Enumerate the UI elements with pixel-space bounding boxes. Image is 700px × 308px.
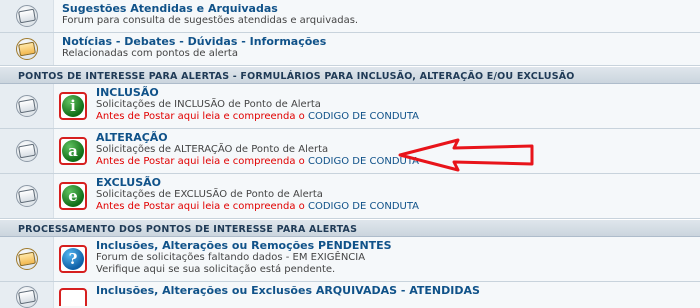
forum-info: Sugestões Atendidas e Arquivadas Forum p…: [54, 0, 700, 32]
forum-info: EXCLUSÃO Solicitações de EXCLUSÃO de Pon…: [92, 174, 700, 218]
alter-icon: a: [59, 137, 87, 165]
forum-unread-icon: [15, 38, 38, 60]
forum-image-cell: [54, 282, 92, 308]
forum-title-link[interactable]: EXCLUSÃO: [96, 177, 696, 189]
question-icon: ?: [59, 245, 87, 273]
forum-row-arquivadas[interactable]: Inclusões, Alterações ou Exclusões ARQUI…: [0, 282, 700, 308]
forum-info: Inclusões, Alterações ou Remoções PENDEN…: [92, 237, 700, 281]
forum-status-cell: [0, 282, 54, 308]
forum-status-cell: [0, 84, 54, 128]
forum-status-cell: [0, 129, 54, 173]
category-header-alertas[interactable]: PONTOS DE INTERESSE PARA ALERTAS - FORMU…: [0, 66, 700, 84]
rules-warning-text: Antes de Postar aqui leia e compreenda o: [96, 111, 305, 122]
forum-description: Relacionadas com pontos de alerta: [62, 48, 238, 59]
category-header-processamento[interactable]: PROCESSAMENTO DOS PONTOS DE INTERESSE PA…: [0, 219, 700, 237]
rules-notice: Antes de Postar aqui leia e compreenda o…: [96, 156, 696, 168]
forum-status-cell: [0, 174, 54, 218]
forum-row-sugestoes[interactable]: Sugestões Atendidas e Arquivadas Forum p…: [0, 0, 700, 33]
forum-board: Sugestões Atendidas e Arquivadas Forum p…: [0, 0, 700, 308]
forum-row-pendentes[interactable]: ? Inclusões, Alterações ou Remoções PEND…: [0, 237, 700, 282]
forum-row-alteracao[interactable]: a ALTERAÇÃO Solicitações de ALTERAÇÃO de…: [0, 129, 700, 174]
rules-notice: Antes de Postar aqui leia e compreenda o…: [96, 201, 696, 213]
forum-description-2: Verifique aqui se sua solicitação está p…: [96, 264, 336, 275]
rules-notice: Antes de Postar aqui leia e compreenda o…: [96, 111, 696, 123]
code-of-conduct-link[interactable]: CODIGO DE CONDUTA: [308, 201, 419, 212]
forum-image-cell: e: [54, 174, 92, 218]
forum-description: Forum de solicitações faltando dados - E…: [96, 252, 366, 263]
forum-title-link[interactable]: ALTERAÇÃO: [96, 132, 696, 144]
forum-image-cell: ?: [54, 237, 92, 281]
rules-warning-text: Antes de Postar aqui leia e compreenda o: [96, 201, 305, 212]
forum-row-noticias[interactable]: Notícias - Debates - Dúvidas - Informaçõ…: [0, 33, 700, 66]
forum-read-icon: [15, 95, 38, 117]
forum-info: ALTERAÇÃO Solicitações de ALTERAÇÃO de P…: [92, 129, 700, 173]
forum-title-link[interactable]: Inclusões, Alterações ou Remoções PENDEN…: [96, 240, 696, 252]
forum-status-cell: [0, 0, 54, 32]
info-icon: i: [59, 92, 87, 120]
forum-read-icon: [15, 140, 38, 162]
archive-icon: [59, 287, 87, 306]
forum-image-cell: a: [54, 129, 92, 173]
forum-title-link[interactable]: Sugestões Atendidas e Arquivadas: [62, 3, 696, 15]
forum-description: Solicitações de EXCLUSÃO de Ponto de Ale…: [96, 189, 323, 200]
forum-description: Solicitações de ALTERAÇÃO de Ponto de Al…: [96, 144, 329, 155]
forum-read-icon: [15, 185, 38, 207]
forum-title-link[interactable]: Notícias - Debates - Dúvidas - Informaçõ…: [62, 36, 696, 48]
forum-description: Solicitações de INCLUSÃO de Ponto de Ale…: [96, 99, 321, 110]
forum-unread-icon: [15, 248, 38, 270]
forum-row-inclusao[interactable]: i INCLUSÃO Solicitações de INCLUSÃO de P…: [0, 84, 700, 129]
forum-status-cell: [0, 33, 54, 65]
forum-title-link[interactable]: INCLUSÃO: [96, 87, 696, 99]
code-of-conduct-link[interactable]: CODIGO DE CONDUTA: [308, 111, 419, 122]
forum-status-cell: [0, 237, 54, 281]
forum-info: INCLUSÃO Solicitações de INCLUSÃO de Pon…: [92, 84, 700, 128]
exclude-icon: e: [59, 182, 87, 210]
forum-row-exclusao[interactable]: e EXCLUSÃO Solicitações de EXCLUSÃO de P…: [0, 174, 700, 219]
forum-description: Forum para consulta de sugestões atendid…: [62, 15, 359, 26]
forum-info: Inclusões, Alterações ou Exclusões ARQUI…: [92, 282, 700, 308]
rules-warning-text: Antes de Postar aqui leia e compreenda o: [96, 156, 305, 167]
forum-read-icon: [15, 285, 38, 308]
forum-title-link[interactable]: Inclusões, Alterações ou Exclusões ARQUI…: [96, 285, 696, 297]
forum-image-cell: i: [54, 84, 92, 128]
forum-read-icon: [15, 5, 38, 27]
forum-info: Notícias - Debates - Dúvidas - Informaçõ…: [54, 33, 700, 65]
annotation-arrow: [398, 138, 534, 172]
